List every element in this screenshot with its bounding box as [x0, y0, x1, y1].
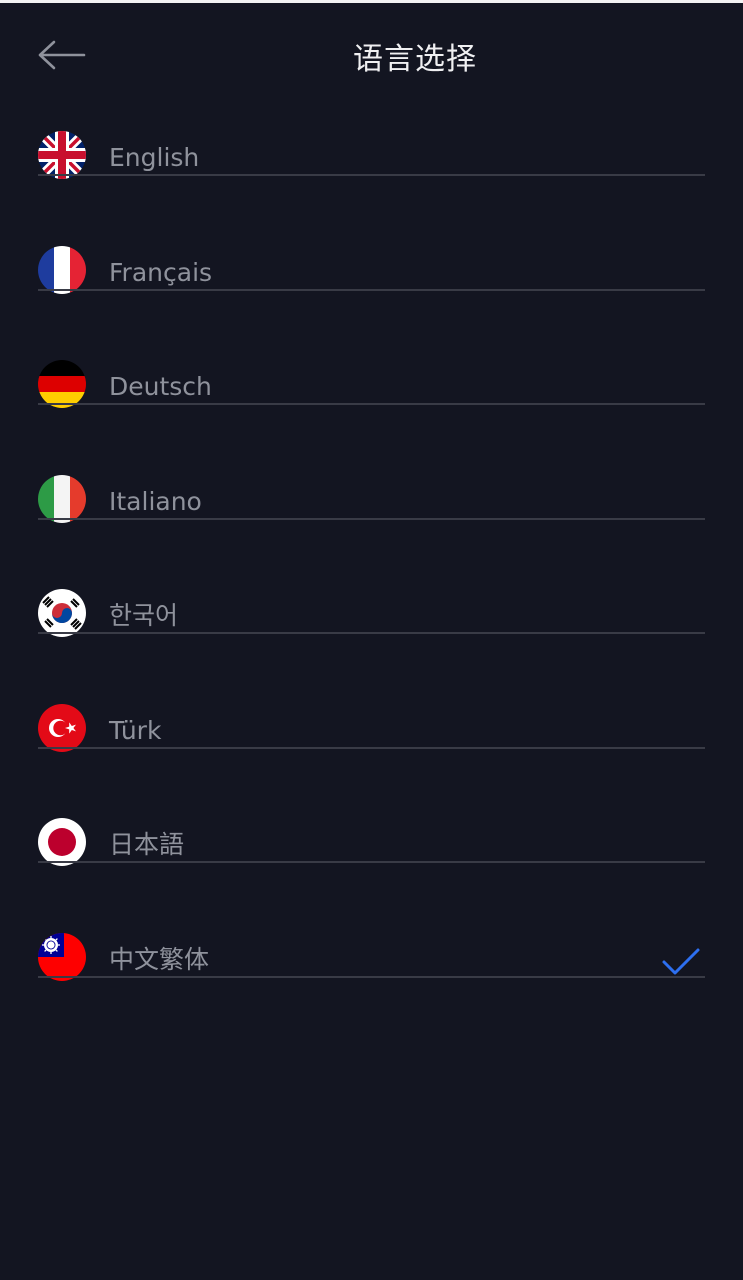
divider: [38, 632, 705, 634]
back-button[interactable]: [34, 33, 90, 81]
language-item-italian[interactable]: Italiano: [0, 459, 743, 574]
language-label: Italiano: [109, 486, 202, 516]
divider: [38, 975, 705, 978]
language-list: English Français Deutsch Italiano 한국어 Tü…: [0, 115, 743, 1031]
back-arrow-icon: [38, 40, 86, 70]
divider: [38, 746, 705, 749]
italy-flag-icon: [38, 474, 86, 523]
divider: [38, 174, 705, 176]
language-selection-screen: 语言选择 English Français Deutsch Italiano 한…: [0, 0, 743, 1280]
language-label: Deutsch: [109, 372, 212, 401]
divider: [38, 861, 705, 863]
language-label: Türk: [109, 715, 162, 745]
language-item-korean[interactable]: 한국어: [0, 573, 743, 688]
language-item-traditional-chinese[interactable]: 中文繁体: [0, 917, 743, 1032]
france-flag-icon: [38, 245, 86, 294]
language-label: 日本語: [109, 830, 185, 859]
taiwan-flag-icon: [38, 932, 86, 981]
language-item-turkish[interactable]: Türk: [0, 688, 743, 803]
check-icon: [661, 945, 701, 979]
japan-flag-icon: [38, 818, 86, 866]
language-label: 中文繁体: [109, 944, 210, 974]
south-korea-flag-icon: [38, 589, 86, 637]
page-title: 语言选择: [353, 42, 477, 77]
germany-flag-icon: [38, 360, 86, 408]
divider: [38, 288, 705, 291]
divider: [38, 517, 705, 520]
language-item-english[interactable]: English: [0, 115, 743, 230]
language-label: English: [109, 143, 200, 172]
language-label: 한국어: [109, 601, 179, 630]
uk-flag-icon: [38, 131, 86, 179]
language-item-german[interactable]: Deutsch: [0, 344, 743, 459]
divider: [38, 403, 705, 405]
header: 语言选择: [0, 3, 743, 115]
language-item-french[interactable]: Français: [0, 230, 743, 345]
language-label: Français: [109, 257, 213, 287]
language-item-japanese[interactable]: 日本語: [0, 802, 743, 917]
turkey-flag-icon: [38, 703, 86, 752]
